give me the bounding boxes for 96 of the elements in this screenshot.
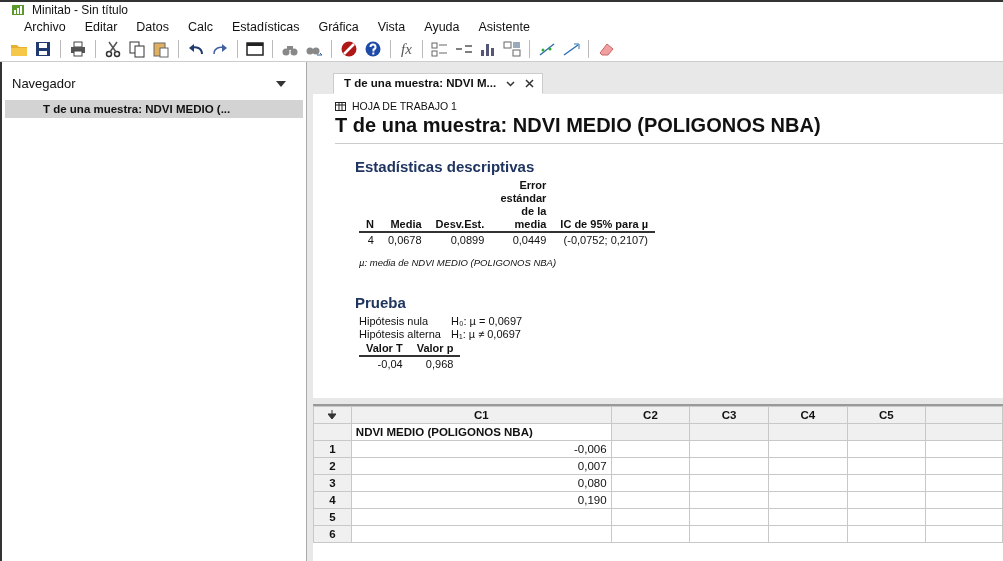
menu-item[interactable]: Datos xyxy=(136,20,169,34)
table-cell: (-0,0752; 0,2107) xyxy=(553,232,655,247)
output-tab[interactable]: T de una muestra: NDVI M... xyxy=(333,73,544,94)
panel-title: Navegador xyxy=(12,76,76,91)
menu-item[interactable]: Calc xyxy=(188,20,213,34)
worksheet-icon xyxy=(335,101,346,111)
printer-icon[interactable] xyxy=(69,40,87,58)
table-cell[interactable] xyxy=(611,525,690,543)
navigator-item[interactable]: T de una muestra: NDVI MEDIO (... xyxy=(5,100,303,118)
table-cell[interactable]: 0,190 xyxy=(351,491,612,509)
hypothesis-label: Hipótesis alterna xyxy=(359,328,442,340)
footnote: µ: media de NDVI MEDIO (POLIGONOS NBA) xyxy=(359,257,558,268)
close-icon[interactable] xyxy=(525,78,535,88)
column-header[interactable]: C1 xyxy=(351,406,612,424)
menu-item[interactable]: Estadísticas xyxy=(232,20,300,34)
table-cell: 0,0449 xyxy=(491,232,554,247)
column-header: IC de 95% para µ xyxy=(553,179,655,232)
table-cell[interactable] xyxy=(847,491,926,509)
table-cell[interactable] xyxy=(689,474,769,492)
section-heading: Prueba xyxy=(355,294,407,311)
menu-item[interactable]: Archivo xyxy=(24,20,66,34)
table-cell[interactable] xyxy=(847,440,926,458)
menu-item[interactable]: Vista xyxy=(377,20,406,34)
trend-icon[interactable] xyxy=(561,40,580,58)
save-icon[interactable] xyxy=(34,40,52,58)
table-cell: 4 xyxy=(359,232,381,247)
table-cell[interactable] xyxy=(689,440,769,458)
table-cell[interactable] xyxy=(611,508,690,526)
formula-button[interactable]: fx xyxy=(399,40,414,58)
column-header: Valor p xyxy=(409,342,461,356)
worksheet-label: HOJA DE TRABAJO 1 xyxy=(352,100,457,112)
table-cell[interactable] xyxy=(768,457,848,475)
menu-item[interactable]: Gráfica xyxy=(318,20,359,34)
menu-item[interactable]: Editar xyxy=(84,20,118,34)
column-header: Valor T xyxy=(359,342,410,356)
table-cell[interactable] xyxy=(925,474,1003,492)
copy-icon[interactable] xyxy=(128,40,146,58)
column-header: Error estándar de la media xyxy=(491,179,554,232)
menu-item[interactable]: Ayuda xyxy=(424,20,460,34)
scissors-icon[interactable] xyxy=(104,40,122,58)
table-cell[interactable] xyxy=(689,457,769,475)
down-arrow-icon[interactable] xyxy=(328,410,337,419)
table-cell[interactable] xyxy=(611,457,690,475)
table-cell[interactable] xyxy=(768,525,848,543)
window-icon[interactable] xyxy=(246,40,264,58)
column-header[interactable]: C3 xyxy=(689,406,769,424)
table-cell[interactable] xyxy=(351,508,612,526)
table-cell[interactable] xyxy=(847,474,926,492)
help-icon[interactable] xyxy=(364,40,382,58)
table-cell[interactable]: 0,080 xyxy=(351,474,612,492)
column-header[interactable]: C4 xyxy=(768,406,848,424)
table-cell[interactable] xyxy=(611,491,690,509)
table-cell[interactable] xyxy=(689,525,769,543)
table-cell[interactable] xyxy=(925,491,1003,509)
table-cell[interactable] xyxy=(925,508,1003,526)
output-title: T de una muestra: NDVI MEDIO (POLIGONOS NBA) xyxy=(335,112,1003,144)
table-cell[interactable] xyxy=(611,474,690,492)
table-cell[interactable] xyxy=(847,525,926,543)
table-cell[interactable]: 0,007 xyxy=(351,457,612,475)
cells-icon[interactable] xyxy=(502,40,521,58)
table-cell[interactable] xyxy=(925,525,1003,543)
chevron-icon[interactable] xyxy=(506,78,516,88)
table-cell[interactable] xyxy=(768,491,848,509)
menu-item[interactable]: Asistente xyxy=(478,20,530,34)
table-cell[interactable] xyxy=(611,440,690,458)
table-cell[interactable] xyxy=(768,508,848,526)
stop-icon[interactable] xyxy=(340,40,358,58)
table-cell[interactable] xyxy=(925,457,1003,475)
column-header: N xyxy=(359,179,381,232)
column-header[interactable] xyxy=(925,406,1003,424)
table-cell[interactable] xyxy=(847,508,926,526)
table-cell[interactable] xyxy=(768,474,848,492)
table-cell: -0,04 xyxy=(359,356,410,371)
scatter-line-icon[interactable] xyxy=(537,40,556,58)
column-header: Media xyxy=(380,179,429,232)
table-cell[interactable] xyxy=(847,457,926,475)
hypothesis-value: H₁: µ ≠ 0,0697 xyxy=(451,328,522,340)
section-heading: Estadísticas descriptivas xyxy=(355,158,536,175)
table-cell[interactable] xyxy=(689,491,769,509)
column-list-icon[interactable] xyxy=(430,40,449,58)
table-cell: 0,0899 xyxy=(428,232,492,247)
dropdown-icon[interactable] xyxy=(276,80,286,87)
table-cell[interactable] xyxy=(925,440,1003,458)
table-cell[interactable] xyxy=(768,440,848,458)
table-cell: 0,0678 xyxy=(380,232,429,247)
table-cell[interactable] xyxy=(689,508,769,526)
column-header[interactable]: C2 xyxy=(611,406,690,424)
hypothesis-label: Hipótesis nula xyxy=(359,315,430,327)
paste-icon[interactable] xyxy=(152,40,170,58)
table-cell[interactable] xyxy=(351,525,612,543)
hypothesis-value: H₀: µ = 0,0697 xyxy=(451,315,524,327)
window-title: Minitab - Sin título xyxy=(32,2,129,17)
column-header: Desv.Est. xyxy=(428,179,492,232)
column-header[interactable]: C5 xyxy=(847,406,926,424)
table-cell: 0,968 xyxy=(409,356,461,371)
table-cell[interactable]: -0,006 xyxy=(351,440,612,458)
